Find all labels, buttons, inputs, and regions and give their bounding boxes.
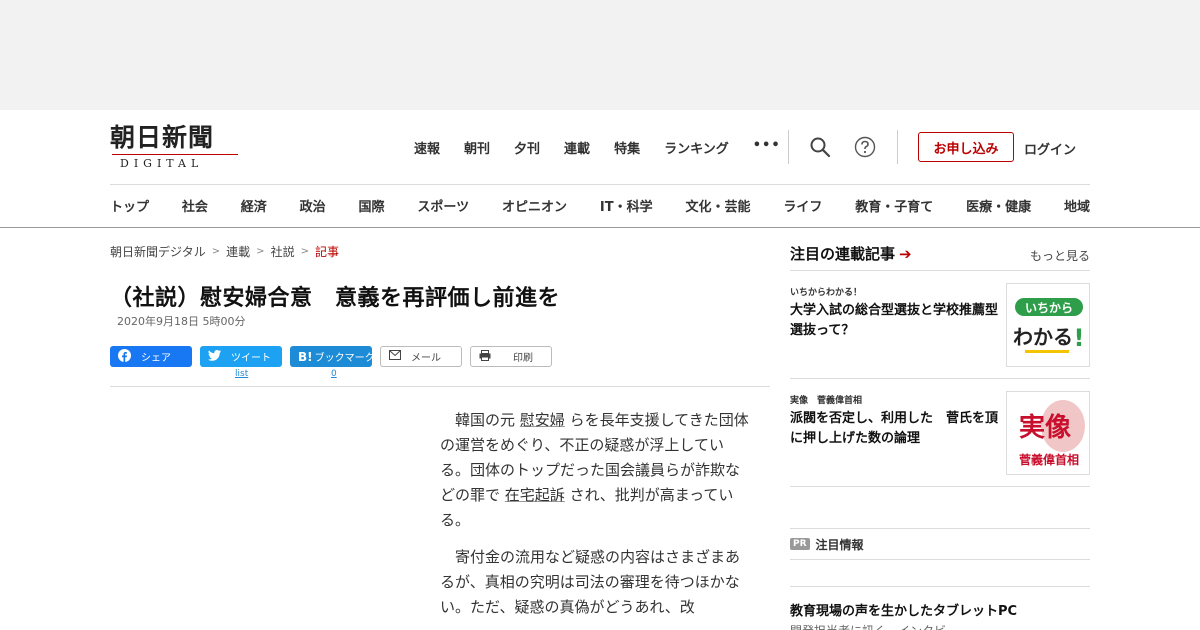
cat-economy[interactable]: 経済: [241, 196, 267, 216]
pr-divider: [790, 586, 1090, 587]
nav-evening[interactable]: 夕刊: [514, 138, 540, 158]
nav-series[interactable]: 連載: [564, 138, 590, 158]
search-icon[interactable]: [809, 136, 831, 158]
breadcrumb-editorial[interactable]: 社説: [271, 243, 295, 260]
top-nav: 速報 朝刊 夕刊 連載 特集 ランキング •••: [414, 138, 805, 158]
cat-local[interactable]: 地域: [1064, 196, 1090, 216]
hatena-count[interactable]: 0: [331, 369, 337, 379]
logo-text: 朝日新聞: [110, 123, 215, 152]
series-label: いちからわかる！: [790, 288, 863, 298]
breadcrumb-series[interactable]: 連載: [226, 243, 250, 260]
mail-icon: [389, 350, 401, 363]
nav-breaking[interactable]: 速報: [414, 138, 440, 158]
login-link[interactable]: ログイン: [1024, 139, 1076, 158]
twitter-count[interactable]: list: [235, 369, 248, 379]
cat-society[interactable]: 社会: [182, 196, 208, 216]
nav-ranking[interactable]: ランキング: [664, 138, 729, 158]
site-logo[interactable]: 朝日新聞 DIGITAL: [110, 124, 242, 170]
cat-education[interactable]: 教育・子育て: [855, 196, 933, 216]
hatena-bookmark-button[interactable]: B! ブックマーク: [290, 346, 375, 367]
thumb-text: 菅義偉首相: [1019, 452, 1079, 467]
thumb-text: !: [1074, 324, 1085, 352]
header-divider: [897, 130, 898, 164]
article-thumbnail[interactable]: いちから わかる !: [1006, 283, 1090, 367]
sidebar-title[interactable]: 注目の連載記事 ➔: [790, 245, 912, 263]
logo-underline: [112, 154, 238, 155]
subscribe-button[interactable]: お申し込み: [918, 132, 1014, 162]
glossary-link[interactable]: 慰安婦: [520, 411, 565, 429]
printer-icon: [479, 349, 491, 364]
pr-article-title[interactable]: 教育現場の声を生かしたタブレットPC: [790, 600, 1017, 619]
article-paragraph: 寄付金の流用など疑惑の内容はさまざまあるが、真相の究明は司法の審理を待つほかない…: [440, 548, 741, 616]
sidebar-article-headline[interactable]: 派閥を否定し、利用した 菅氏を頂に押し上げた数の論理: [790, 409, 1002, 449]
twitter-icon: [208, 349, 221, 364]
breadcrumb-home[interactable]: 朝日新聞デジタル: [110, 243, 206, 260]
hatena-bookmark-label: ブックマーク: [314, 353, 375, 364]
pr-section-title: 注目情報: [815, 537, 864, 552]
cat-opinion[interactable]: オピニオン: [502, 196, 567, 216]
cat-sports[interactable]: スポーツ: [417, 196, 469, 216]
pr-section-header: PR 注目情報: [790, 528, 1090, 560]
twitter-share-button[interactable]: ツイート: [200, 346, 282, 367]
header-divider: [788, 130, 789, 164]
article-thumbnail[interactable]: 実像 菅義偉首相: [1006, 391, 1090, 475]
print-label: 印刷: [513, 353, 533, 364]
category-nav: トップ 社会 経済 政治 国際 スポーツ オピニオン IT・科学 文化・芸能 ラ…: [110, 196, 1090, 216]
cat-it-science[interactable]: IT・科学: [600, 196, 653, 216]
sidebar-article-headline[interactable]: 大学入試の総合型選抜と学校推薦型選抜って？: [790, 301, 1002, 341]
cat-culture[interactable]: 文化・芸能: [685, 196, 750, 216]
chevron-right-icon: >: [300, 246, 309, 257]
mail-share-button[interactable]: メール: [380, 346, 462, 367]
sidebar-article[interactable]: いちからわかる！ 大学入試の総合型選抜と学校推薦型選抜って？ いちから わかる …: [790, 271, 1090, 379]
article-date: 2020年9月18日 5時00分: [117, 315, 246, 328]
breadcrumb: 朝日新聞デジタル > 連載 > 社説 > 記事: [110, 243, 339, 260]
cat-international[interactable]: 国際: [359, 196, 385, 216]
sidebar-more-link[interactable]: もっと見る: [1030, 247, 1090, 264]
article-divider: [110, 386, 770, 387]
sidebar-article[interactable]: 実像 菅義偉首相 派閥を否定し、利用した 菅氏を頂に押し上げた数の論理 実像 菅…: [790, 379, 1090, 487]
nav-divider: [110, 184, 1090, 185]
sidebar: 注目の連載記事 ➔ もっと見る いちからわかる！ 大学入試の総合型選抜と学校推薦型…: [790, 243, 1090, 487]
chevron-right-icon: >: [256, 246, 265, 257]
nav-features[interactable]: 特集: [614, 138, 640, 158]
facebook-icon: [118, 348, 131, 365]
thumb-text: 実像: [1019, 412, 1072, 443]
series-label: 実像 菅義偉首相: [790, 396, 863, 406]
facebook-share-button[interactable]: シェア: [110, 346, 192, 367]
thumb-text: わかる: [1013, 325, 1073, 349]
hatena-icon: B!: [298, 349, 313, 364]
more-menu-icon[interactable]: •••: [753, 138, 781, 158]
glossary-link[interactable]: 在宅起訴: [505, 486, 565, 504]
article-title: （社説）慰安婦合意 意義を再評価し前進を: [110, 286, 561, 311]
twitter-share-label: ツイート: [231, 353, 271, 364]
arrow-right-icon: ➔: [899, 245, 912, 263]
facebook-share-label: シェア: [141, 353, 171, 364]
breadcrumb-current: 記事: [314, 245, 339, 259]
chevron-right-icon: >: [211, 246, 221, 257]
logo-subtext: DIGITAL: [120, 157, 204, 170]
ad-banner-area: [0, 0, 1200, 110]
help-icon[interactable]: [854, 136, 876, 158]
nav-morning[interactable]: 朝刊: [464, 138, 490, 158]
article-paragraph: 韓国の元 慰安婦 らを長年支援してきた団体の運営をめぐり、不正の疑惑が浮上してい…: [440, 411, 749, 529]
cat-health[interactable]: 医療・健康: [966, 196, 1031, 216]
mail-share-label: メール: [411, 353, 441, 364]
thumb-text: いちから: [1025, 301, 1073, 315]
article-body: 韓国の元 慰安婦 らを長年支援してきた団体の運営をめぐり、不正の疑惑が浮上してい…: [440, 408, 750, 630]
cat-top[interactable]: トップ: [110, 196, 149, 216]
cat-politics[interactable]: 政治: [300, 196, 326, 216]
sidebar-header: 注目の連載記事 ➔ もっと見る: [790, 243, 1090, 271]
site-header: 朝日新聞 DIGITAL 速報 朝刊 夕刊 連載 特集 ランキング ••• お申…: [0, 110, 1200, 228]
pr-badge: PR: [790, 538, 810, 550]
print-button[interactable]: 印刷: [470, 346, 552, 367]
pr-article-subtitle[interactable]: 開発担当者に訊く、インタビ: [790, 622, 946, 630]
cat-life[interactable]: ライフ: [783, 196, 822, 216]
